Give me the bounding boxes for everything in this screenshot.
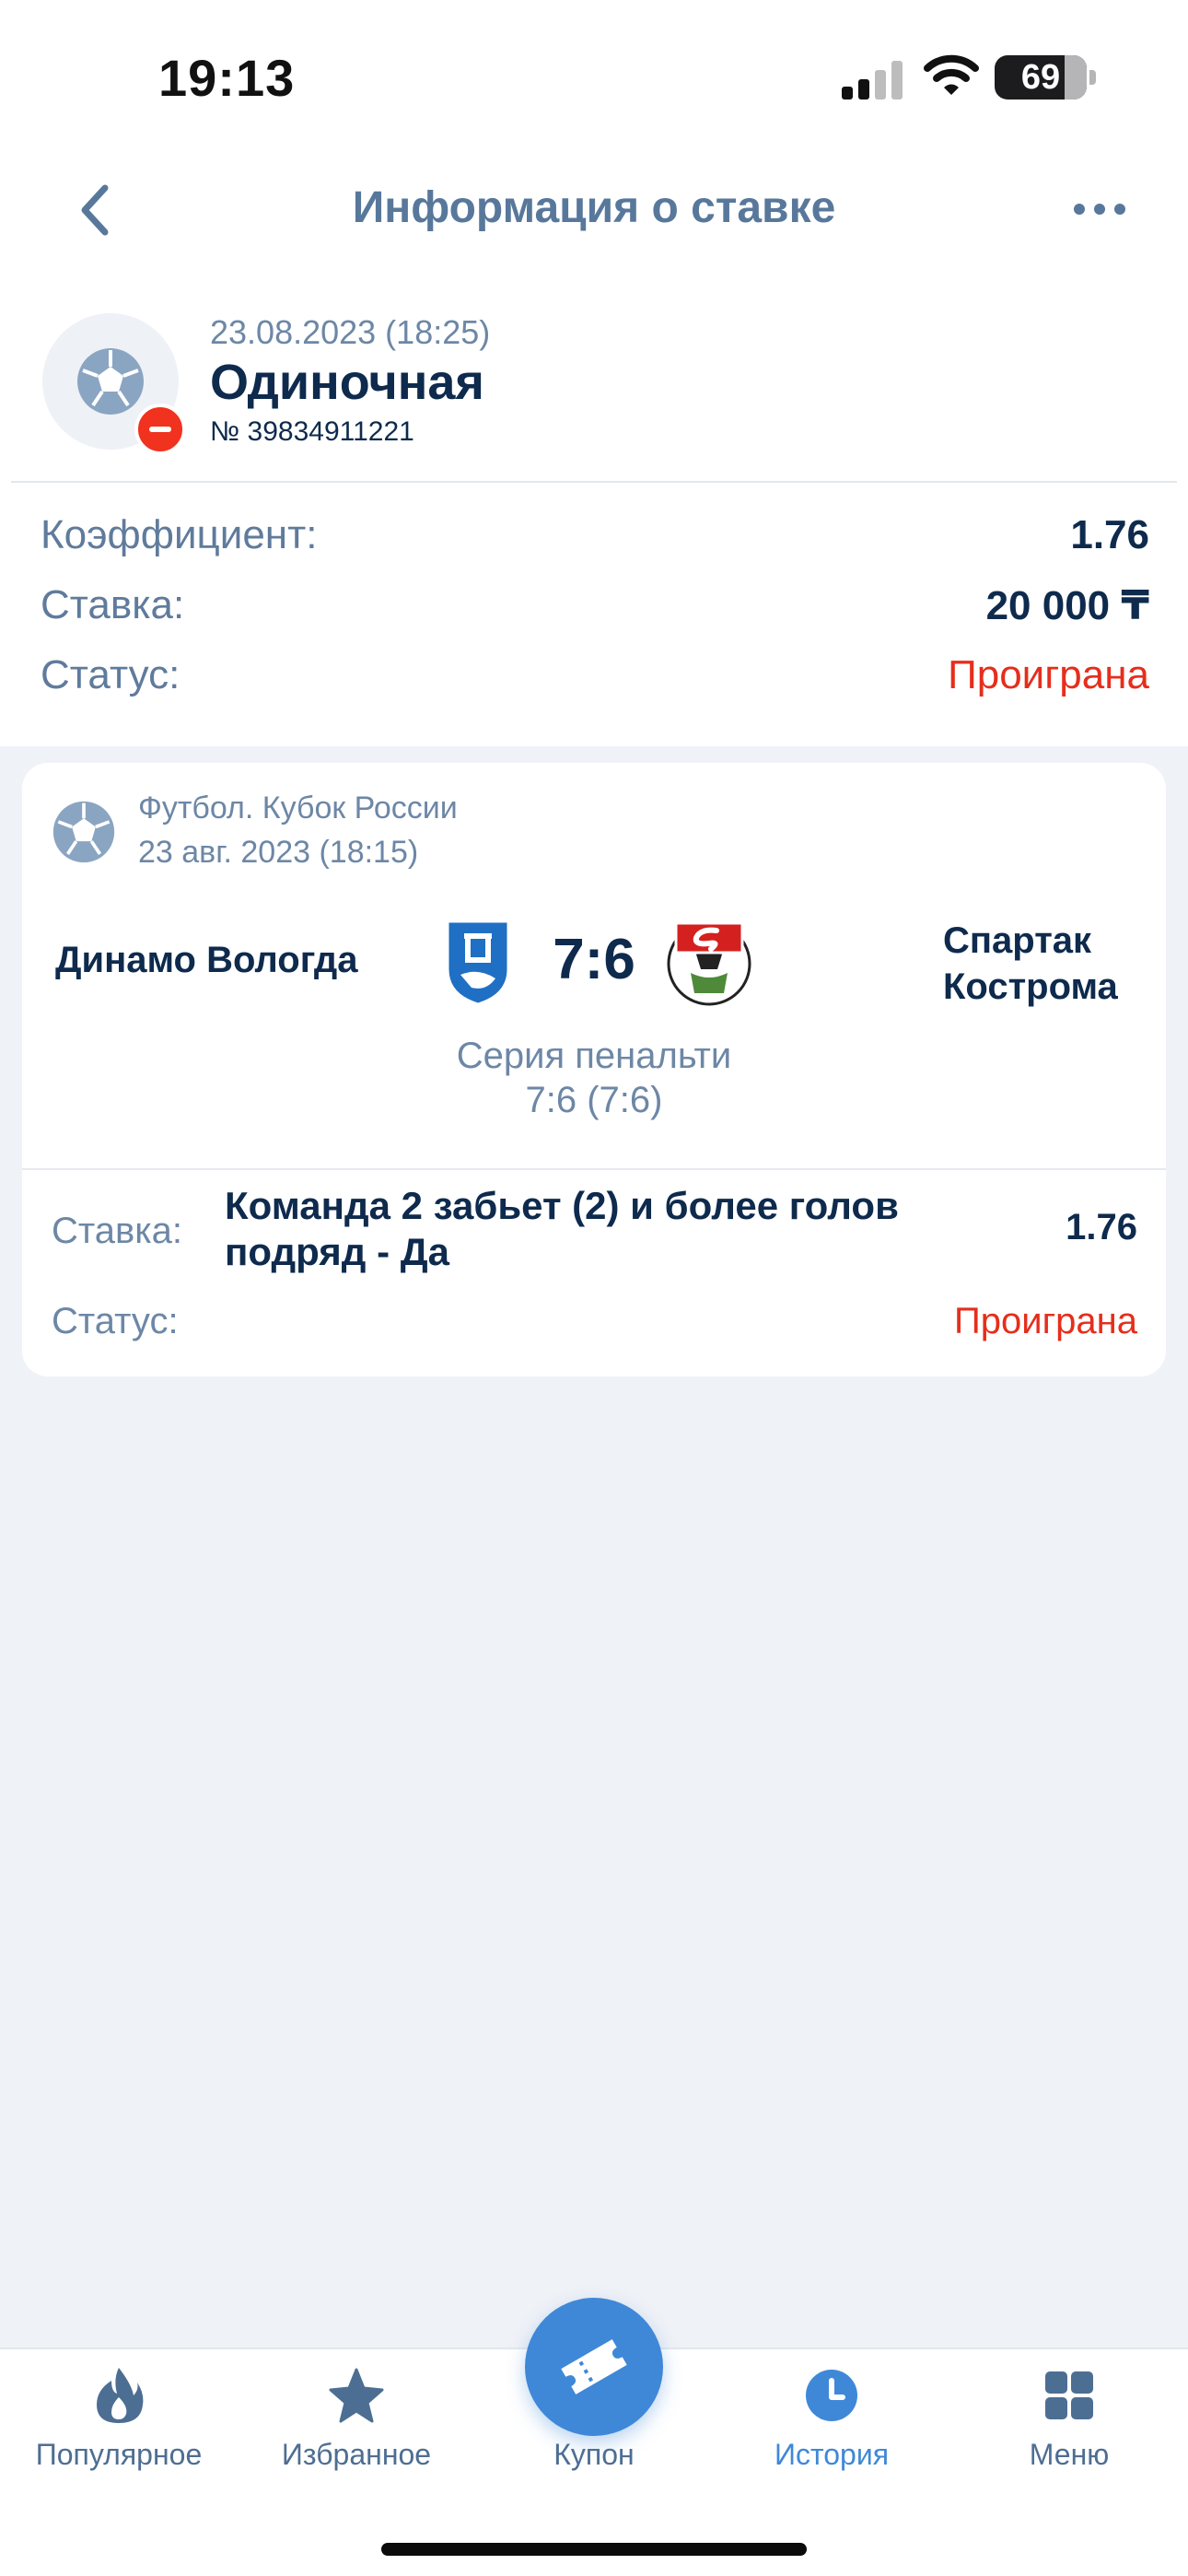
battery-tip	[1089, 70, 1096, 85]
stake-value: 20 000 ₸	[985, 583, 1149, 628]
more-icon[interactable]	[1072, 197, 1127, 221]
tab-history[interactable]: История	[713, 2366, 950, 2486]
event-league: Футбол. Кубок России	[138, 790, 458, 825]
bet-type: Одиночная	[210, 355, 484, 410]
card-divider	[22, 1168, 1166, 1170]
status-label: Статус:	[41, 652, 181, 697]
stake-label: Ставка:	[41, 582, 185, 627]
tab-coupon-label: Купон	[553, 2438, 635, 2471]
bet-number: № 39834911221	[210, 416, 414, 447]
tab-favorites-label: Избранное	[281, 2438, 432, 2471]
penalty-series-title: Серия пенальти	[456, 1036, 732, 1076]
event-date: 23 авг. 2023 (18:15)	[138, 835, 419, 870]
match-score: 7:6	[553, 928, 635, 991]
grid-icon	[1045, 2371, 1093, 2419]
spartak-logo-icon	[667, 921, 751, 1006]
status-value: Проиграна	[948, 652, 1149, 697]
pick-label: Ставка:	[52, 1211, 182, 1251]
signal-icon	[842, 61, 903, 100]
team-home-name: Динамо Вологда	[55, 940, 358, 980]
star-icon	[329, 2368, 384, 2423]
pick-text: Команда 2 забьет (2) и более голов подря…	[225, 1184, 899, 1273]
bet-date: 23.08.2023 (18:25)	[210, 313, 491, 351]
battery-icon: 69	[995, 55, 1087, 100]
header-divider	[11, 481, 1177, 483]
tab-favorites[interactable]: Избранное	[238, 2366, 475, 2486]
tab-menu-label: Меню	[1029, 2438, 1110, 2471]
tab-menu[interactable]: Меню	[950, 2366, 1188, 2486]
pick-status-value: Проиграна	[953, 1301, 1137, 1341]
soccer-ball-icon	[52, 801, 115, 863]
clock-icon	[806, 2370, 857, 2421]
lost-status-badge	[134, 404, 186, 455]
tab-history-label: История	[774, 2438, 890, 2471]
status-time: 19:13	[158, 49, 296, 107]
tab-coupon[interactable]: Купон	[475, 2366, 713, 2486]
pick-status-label: Статус:	[52, 1301, 179, 1341]
home-indicator	[381, 2543, 807, 2556]
page-title: Информация о ставке	[352, 183, 836, 232]
team-away-name: Спартак Кострома	[943, 920, 1118, 1007]
tab-popular-label: Популярное	[35, 2438, 203, 2471]
pick-coef: 1.76	[1066, 1207, 1137, 1247]
coef-label: Коэффициент:	[41, 512, 318, 557]
soccer-ball-icon	[77, 348, 144, 415]
dinamo-logo-icon	[446, 919, 510, 1006]
wifi-icon	[924, 54, 979, 95]
coef-value: 1.76	[1070, 512, 1149, 557]
battery-level: 69	[1020, 58, 1061, 97]
flame-icon	[97, 2368, 144, 2423]
tab-popular[interactable]: Популярное	[0, 2366, 238, 2486]
penalty-series-score: 7:6 (7:6)	[525, 1080, 663, 1120]
